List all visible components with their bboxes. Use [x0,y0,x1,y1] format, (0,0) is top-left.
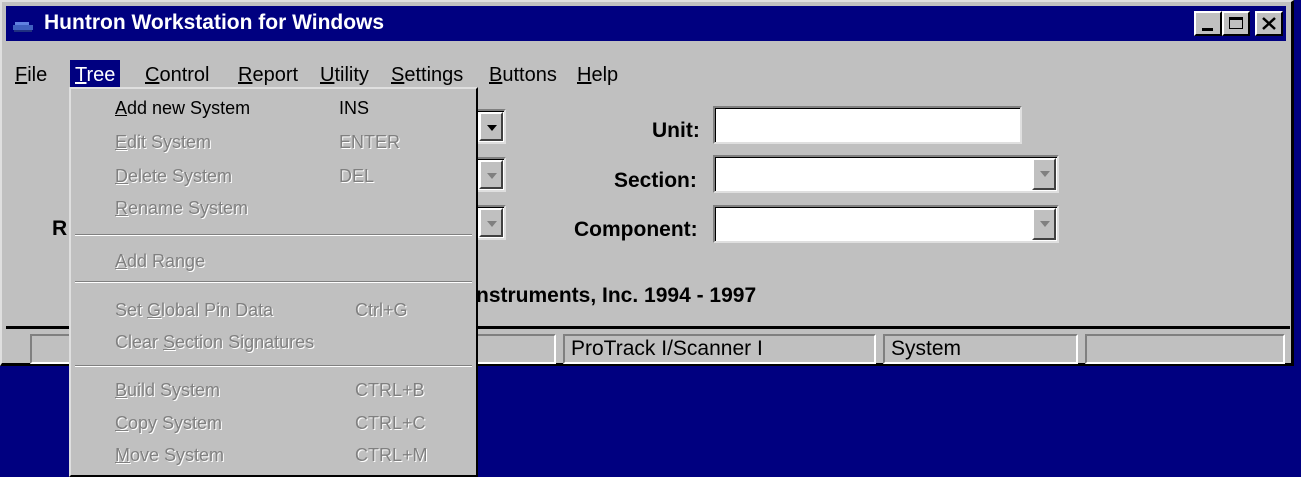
menu-utility[interactable]: Utility [315,60,374,90]
close-icon [1262,17,1276,30]
maximize-button[interactable] [1222,11,1250,36]
menu-buttons[interactable]: Buttons [484,60,562,90]
menu-separator [75,281,472,283]
section-dropdown-button[interactable] [1032,158,1056,190]
chevron-down-icon [487,173,497,179]
menu-item-set-global-pin-data[interactable]: Set Global Pin Data [115,296,273,324]
menu-bar: File Tree Control Report Utility Setting… [6,60,1286,90]
status-panel-5 [1085,334,1285,364]
chevron-down-icon [1040,171,1050,177]
shortcut-edit-system: ENTER [339,132,401,152]
menu-item-add-new-system[interactable]: Add new System [115,94,250,122]
unit-field[interactable] [713,106,1022,144]
system-dropdown-button[interactable] [479,112,503,141]
menu-item-copy-system[interactable]: Copy System [115,409,222,437]
maximize-icon [1229,17,1243,29]
shortcut-move-system: CTRL+M [355,445,428,465]
app-icon [13,22,33,32]
status-panel-2 [472,334,556,364]
chevron-down-icon [487,221,497,227]
menu-report[interactable]: Report [233,60,303,90]
menu-separator [75,234,472,236]
close-button[interactable] [1255,11,1283,36]
status-panel-mode: System [883,334,1078,364]
shortcut-delete-system: DEL [339,166,375,186]
range-dropdown-button[interactable] [479,208,503,237]
section-label: Section: [614,169,697,192]
status-panel-product: ProTrack I/Scanner I [563,334,876,364]
component-label: Component: [574,218,698,241]
range-label: R [52,217,68,240]
menu-separator [75,365,472,367]
shortcut-copy-system: CTRL+C [355,413,426,433]
menu-item-delete-system[interactable]: Delete System [115,162,232,190]
menu-item-build-system[interactable]: Build System [115,376,220,404]
menu-item-add-range[interactable]: Add Range [115,247,205,275]
menu-item-clear-section-signatures[interactable]: Clear Section Signatures [115,328,314,356]
window-title: Huntron Workstation for Windows [44,11,385,34]
menu-item-rename-system[interactable]: Rename System [115,194,248,222]
menu-tree[interactable]: Tree [70,60,121,90]
minimize-icon [1202,28,1213,31]
section-combo[interactable] [713,155,1059,193]
menu-item-move-system[interactable]: Move System [115,441,224,469]
copyright-text: nstruments, Inc. 1994 - 1997 [476,284,757,307]
shortcut-add-new-system: INS [339,98,370,118]
shortcut-set-global-pin-data: Ctrl+G [355,300,408,320]
menu-control[interactable]: Control [140,60,214,90]
unit-label: Unit: [652,119,700,142]
menu-item-edit-system[interactable]: Edit System [115,128,211,156]
title-bar[interactable]: Huntron Workstation for Windows [6,6,1286,41]
menu-help[interactable]: Help [572,60,623,90]
tree-menu: Add new System INS Edit System ENTER Del… [69,87,478,477]
chevron-down-icon [487,125,497,131]
menu-file[interactable]: File [10,60,52,90]
menu-settings[interactable]: Settings [386,60,468,90]
minimize-button[interactable] [1194,11,1222,36]
component-combo[interactable] [713,205,1059,243]
component-dropdown-button[interactable] [1032,208,1056,240]
chevron-down-icon [1040,221,1050,227]
shortcut-build-system: CTRL+B [355,380,425,400]
second-dropdown-button[interactable] [479,160,503,189]
